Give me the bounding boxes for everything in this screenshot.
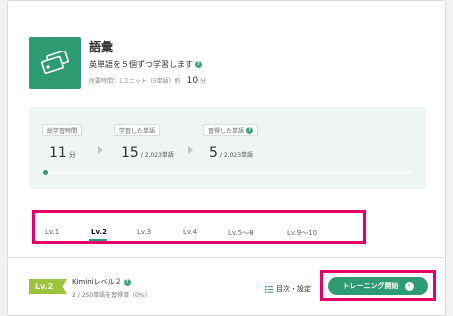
level-tabs: Lv.1 Lv.2 Lv.3 Lv.4 Lv.5〜8 Lv.9〜10 <box>0 0 453 316</box>
start-training-button[interactable]: トレーニング開始 › <box>328 277 428 295</box>
list-icon <box>265 285 273 293</box>
toc-settings-link[interactable]: 目次・設定 <box>265 284 311 294</box>
chevron-right-icon: › <box>404 281 414 291</box>
help-icon[interactable]: ? <box>123 278 131 286</box>
divider <box>7 257 446 258</box>
level-badge: Lv.2 <box>29 279 67 294</box>
start-training-label: トレーニング開始 <box>342 282 399 290</box>
toc-label: 目次・設定 <box>276 285 311 293</box>
level-name-text: Kiminiレベル２ <box>72 278 122 286</box>
level-name: Kiminiレベル２ ? <box>72 277 131 287</box>
tabs-highlight-box <box>32 210 366 244</box>
level-progress: 2 / 250単語を習得済（0%） <box>72 292 151 299</box>
